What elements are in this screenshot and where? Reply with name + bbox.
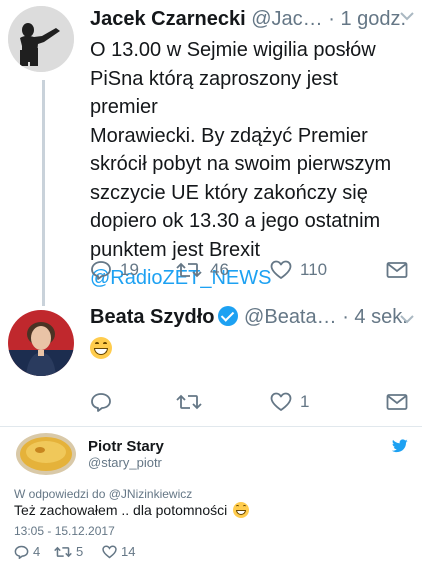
tweet-text-line: skrócił pobyt na swoim pierwszym [90,153,392,175]
display-name[interactable]: Jacek Czarnecki [90,8,246,30]
user-handle[interactable]: @Beata… [244,306,337,328]
tweet-time[interactable]: · 1 godz. [328,8,406,30]
tweet-text-line: Morawiecki. By zdążyć Premier [90,124,368,147]
tweet-time[interactable]: · 4 sek. [342,306,408,328]
embed-like-count: 14 [121,544,136,559]
thread-line [42,80,45,306]
heart-icon [270,392,292,411]
envelope-icon [386,262,408,278]
avatar-jacek[interactable] [8,6,74,72]
envelope-icon [386,394,408,410]
embed-like-button[interactable]: 14 [102,544,135,559]
tweet-text-line: dopiero ok 13.30 a jego ostatnim [90,210,381,232]
tweet-header: Jacek Czarnecki @Jac… · 1 godz. [90,6,406,32]
embed-timestamp[interactable]: 13:05 - 15.12.2017 [14,524,115,538]
like-count: 110 [300,260,328,279]
chevron-down-icon[interactable] [400,311,414,327]
embed-display-name[interactable]: Piotr Stary [88,438,164,455]
avatar-beata[interactable] [8,310,74,376]
embed-text: Też zachowałem .. dla potomności [14,502,228,518]
reply-button[interactable]: 19 [90,260,139,280]
tweet-actions: 19 46 110 [90,256,410,284]
retweet-icon [176,394,202,410]
user-handle[interactable]: @Jac… [251,8,322,30]
tweet-actions: 1 [90,388,410,416]
verified-badge-icon [218,306,239,326]
grinning-face-emoji [233,502,250,518]
twitter-bird-icon[interactable] [391,439,408,458]
retweet-icon [176,262,202,278]
reply-count: 19 [120,260,139,279]
heart-icon [270,260,292,279]
tweet-text: O 13.00 w Sejmie wigilia posłów PiSna kt… [90,36,410,293]
reply-button[interactable] [90,392,120,412]
reply-icon [91,261,111,280]
embed-tweet-text: Też zachowałem .. dla potomności [14,501,250,519]
reply-icon [91,393,111,412]
reply-context: W odpowiedzi do @JNizinkiewicz [14,487,193,501]
tweet-text-line: O 13.00 w Sejmie wigilia posłów [90,39,376,61]
tweet-text-line: PiSna którą zaproszony jest premier [90,67,338,119]
tweet-text [90,335,410,364]
heart-icon [102,544,117,558]
tweet-header: Beata Szydło @Beata… · 4 sek. [90,304,408,330]
like-button[interactable]: 110 [270,260,327,280]
embed-user-handle[interactable]: @stary_piotr [88,455,162,470]
avatar-piotr[interactable] [16,433,76,475]
embed-reply-count: 4 [33,544,41,559]
display-name[interactable]: Beata Szydło [90,306,214,328]
retweet-count: 46 [210,260,229,279]
like-count: 1 [300,392,310,411]
like-button[interactable]: 1 [270,392,309,412]
embed-retweet-count: 5 [76,544,84,559]
embedded-tweet-piotr-stary[interactable]: Piotr Stary @stary_piotr W odpowiedzi do… [0,427,422,570]
retweet-icon [54,546,72,557]
tweet-jacek-czarnecki[interactable]: Jacek Czarnecki @Jac… · 1 godz. O 13.00 … [0,0,422,306]
chevron-down-icon[interactable] [400,8,414,24]
tweet-text-line: szczycie UE który zakończy się [90,181,368,204]
embed-retweet-button[interactable]: 5 [54,544,83,559]
direct-message-button[interactable] [386,261,408,279]
embed-reply-button[interactable]: 4 [14,544,40,559]
grinning-face-emoji [90,337,112,359]
direct-message-button[interactable] [386,393,408,411]
retweet-button[interactable]: 46 [176,260,229,280]
tweet-beata-szydlo[interactable]: Beata Szydło @Beata… · 4 sek. 1 [0,298,422,426]
retweet-button[interactable] [176,392,210,412]
reply-icon [14,545,29,559]
